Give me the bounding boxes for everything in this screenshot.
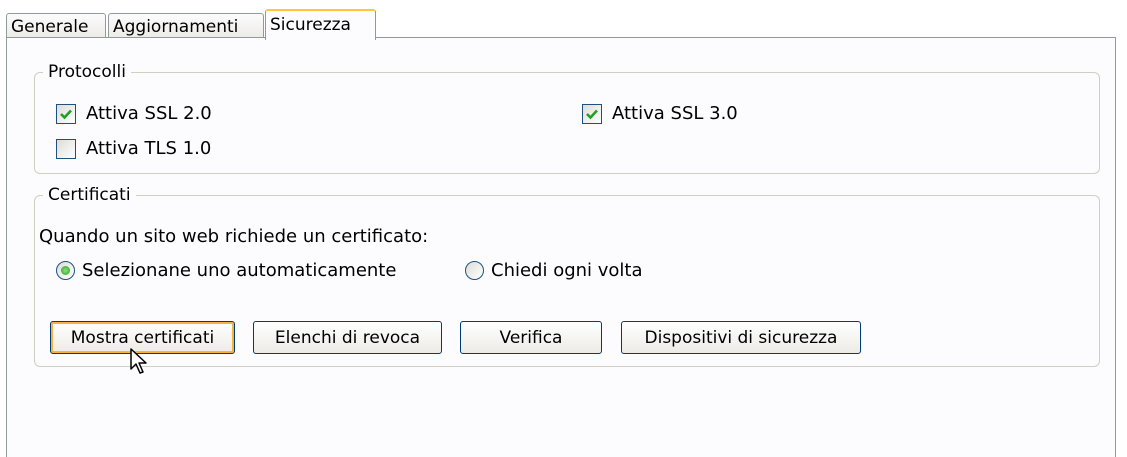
tab-generale[interactable]: Generale bbox=[6, 13, 106, 38]
checkmark-icon bbox=[586, 109, 598, 119]
protocols-group-title: Protocolli bbox=[48, 62, 126, 82]
verify-button[interactable]: Verifica bbox=[460, 321, 602, 354]
certificate-prompt: Quando un sito web richiede un certifica… bbox=[39, 226, 429, 247]
ssl3-checkbox[interactable]: Attiva SSL 3.0 bbox=[582, 103, 738, 124]
radio-circle[interactable] bbox=[465, 261, 484, 280]
tab-aggiornamenti[interactable]: Aggiornamenti bbox=[108, 13, 264, 38]
checkbox-box[interactable] bbox=[56, 103, 76, 124]
radio-ask-every-time[interactable]: Chiedi ogni volta bbox=[465, 260, 643, 281]
mouse-pointer-icon bbox=[130, 348, 147, 374]
checkbox-box[interactable] bbox=[56, 138, 76, 159]
ssl2-label: Attiva SSL 2.0 bbox=[86, 103, 212, 124]
checkbox-box[interactable] bbox=[582, 103, 602, 124]
revocation-lists-button[interactable]: Elenchi di revoca bbox=[253, 321, 442, 354]
ssl2-checkbox[interactable]: Attiva SSL 2.0 bbox=[56, 103, 212, 124]
radio-ask-label: Chiedi ogni volta bbox=[491, 260, 643, 281]
tls1-checkbox[interactable]: Attiva TLS 1.0 bbox=[56, 138, 211, 159]
security-devices-button[interactable]: Dispositivi di sicurezza bbox=[621, 321, 861, 354]
tab-label: Aggiornamenti bbox=[113, 17, 239, 37]
checkmark-icon bbox=[60, 109, 72, 119]
radio-select-automatically[interactable]: Selezionane uno automaticamente bbox=[56, 260, 396, 281]
radio-selected-dot bbox=[61, 266, 70, 275]
tls1-label: Attiva TLS 1.0 bbox=[86, 138, 212, 159]
tab-label: Generale bbox=[11, 17, 89, 37]
radio-auto-label: Selezionane uno automaticamente bbox=[82, 260, 397, 281]
ssl3-label: Attiva SSL 3.0 bbox=[612, 103, 738, 124]
tab-sicurezza[interactable]: Sicurezza bbox=[265, 9, 376, 40]
tab-label: Sicurezza bbox=[270, 15, 351, 35]
radio-circle[interactable] bbox=[56, 261, 75, 280]
certificates-group-title: Certificati bbox=[48, 185, 131, 205]
